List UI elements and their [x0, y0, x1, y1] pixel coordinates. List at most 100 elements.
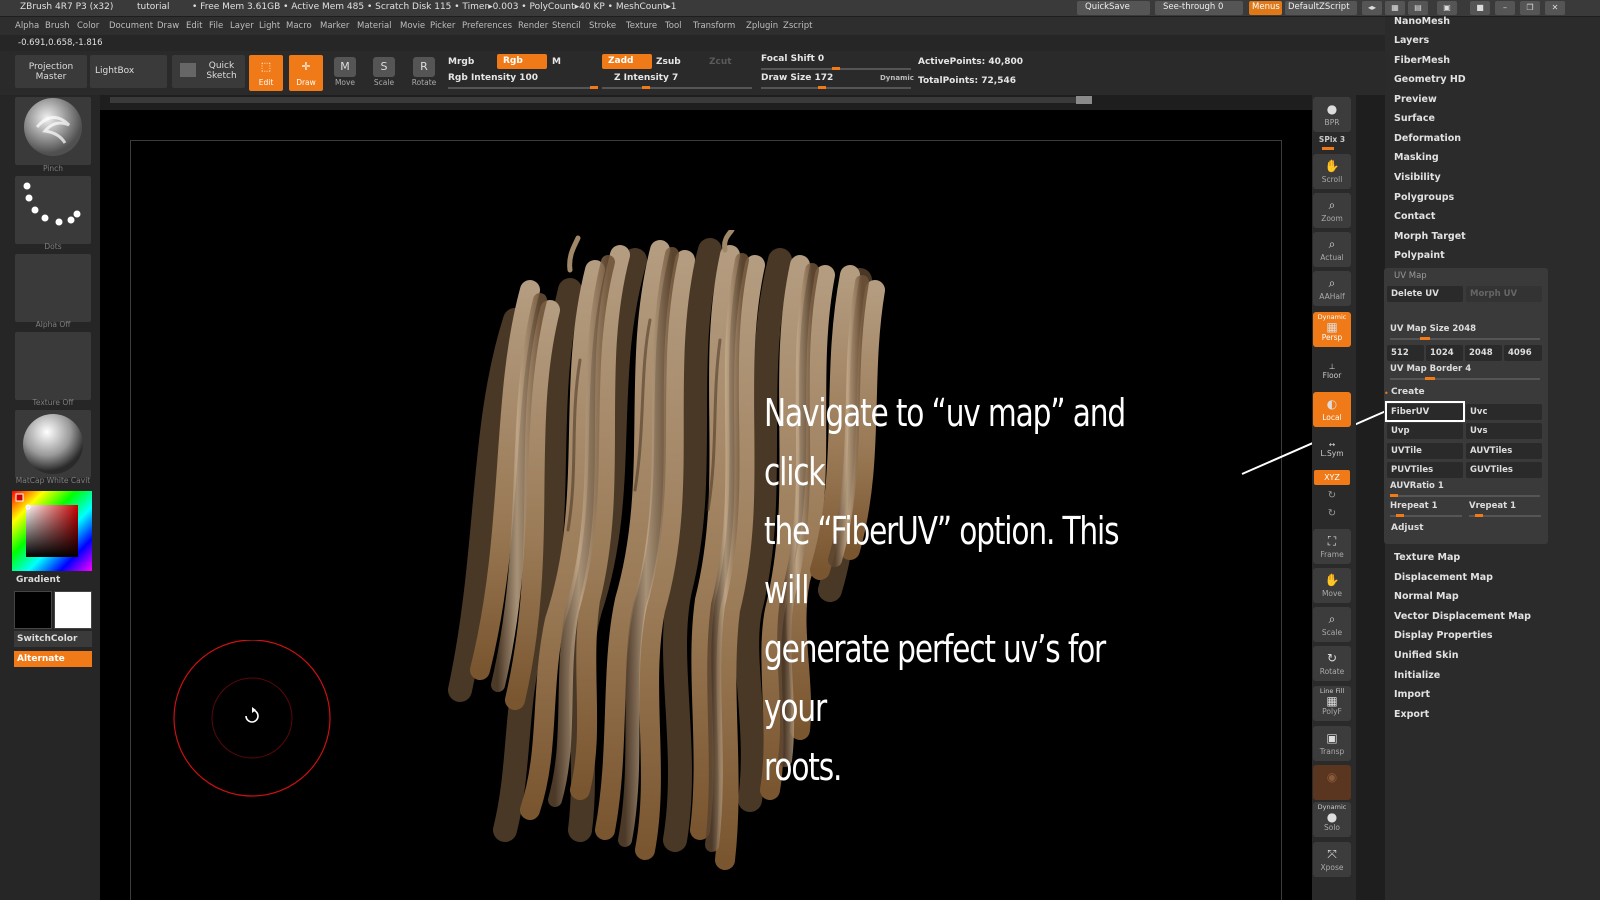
actual-button[interactable]: ⌕ Actual — [1313, 232, 1351, 267]
palette-display-properties[interactable]: Display Properties — [1394, 630, 1492, 641]
ghost-button[interactable]: ◉ — [1313, 765, 1351, 800]
local-button[interactable]: ◐ Local — [1313, 392, 1351, 427]
spix-handle[interactable] — [1322, 147, 1334, 150]
menu-file[interactable]: File — [209, 21, 223, 31]
rgb-intensity-slider[interactable]: Rgb Intensity 100 — [448, 73, 538, 83]
create-section-title[interactable]: Create — [1391, 387, 1425, 397]
palette-export[interactable]: Export — [1394, 709, 1429, 720]
uv-size-512[interactable]: 512 — [1387, 345, 1424, 361]
move-view-button[interactable]: ✋ Move — [1313, 568, 1351, 603]
palette-nanomesh[interactable]: NanoMesh — [1394, 16, 1450, 27]
mrgb-toggle[interactable]: Mrgb — [448, 57, 474, 67]
uvc-button[interactable]: Uvc — [1466, 404, 1542, 420]
vrepeat-handle[interactable] — [1475, 514, 1483, 517]
menu-transform[interactable]: Transform — [693, 21, 735, 31]
zadd-toggle[interactable]: Zadd — [602, 54, 652, 69]
uv-size-1024[interactable]: 1024 — [1426, 345, 1463, 361]
focal-shift-handle[interactable] — [832, 67, 840, 70]
palette-normal-map[interactable]: Normal Map — [1394, 591, 1459, 602]
menu-brush[interactable]: Brush — [45, 21, 70, 31]
switchcolor-button[interactable]: SwitchColor — [14, 631, 92, 647]
uv-map-size-track[interactable] — [1390, 338, 1540, 340]
menus-toggle[interactable]: Menus — [1249, 1, 1282, 15]
z-intensity-handle[interactable] — [642, 86, 650, 89]
texture-thumbnail[interactable] — [15, 332, 91, 400]
palette-preview[interactable]: Preview — [1394, 94, 1437, 105]
adjust-section[interactable]: Adjust — [1391, 523, 1424, 533]
bpr-button[interactable]: ● BPR — [1313, 97, 1351, 132]
palette-deformation[interactable]: Deformation — [1394, 133, 1461, 144]
menu-render[interactable]: Render — [518, 21, 548, 31]
gradient-label[interactable]: Gradient — [16, 575, 60, 585]
lock-icon[interactable]: ■ — [1470, 1, 1490, 15]
palette-contact[interactable]: Contact — [1394, 211, 1435, 222]
menu-movie[interactable]: Movie — [400, 21, 425, 31]
uv-map-border-handle[interactable] — [1425, 377, 1435, 380]
palette-import[interactable]: Import — [1394, 689, 1430, 700]
palette-initialize[interactable]: Initialize — [1394, 670, 1440, 681]
alpha-thumbnail[interactable] — [15, 254, 91, 322]
uv-size-4096[interactable]: 4096 — [1504, 345, 1542, 361]
default-zscript-button[interactable]: DefaultZScript — [1285, 1, 1357, 15]
minimize-icon[interactable]: – — [1495, 1, 1515, 15]
material-thumbnail[interactable] — [15, 410, 91, 478]
spix-slider[interactable]: SPix 3 — [1313, 135, 1351, 144]
menu-picker[interactable]: Picker — [430, 21, 455, 31]
z-intensity-track[interactable] — [602, 87, 752, 89]
menu-alpha[interactable]: Alpha — [15, 21, 39, 31]
zsub-toggle[interactable]: Zsub — [656, 57, 681, 67]
uv-size-2048[interactable]: 2048 — [1465, 345, 1502, 361]
scale-view-button[interactable]: ⌕ Scale — [1313, 607, 1351, 642]
auvratio-track[interactable] — [1390, 495, 1540, 497]
morph-uv-button[interactable]: Morph UV — [1466, 286, 1542, 302]
vrepeat-slider[interactable]: Vrepeat 1 — [1469, 501, 1516, 511]
menu-material[interactable]: Material — [357, 21, 392, 31]
palette-layers[interactable]: Layers — [1394, 35, 1429, 46]
palette-morph-target[interactable]: Morph Target — [1394, 231, 1466, 242]
menu-edit[interactable]: Edit — [186, 21, 202, 31]
palette-polygroups[interactable]: Polygroups — [1394, 192, 1454, 203]
rgb-intensity-track[interactable] — [448, 87, 598, 89]
menu-stroke[interactable]: Stroke — [589, 21, 616, 31]
uv-map-border-slider[interactable]: UV Map Border 4 — [1390, 364, 1471, 374]
puvtiles-button[interactable]: PUVTiles — [1387, 462, 1463, 478]
menu-color[interactable]: Color — [77, 21, 99, 31]
floor-button[interactable]: ⊥ Floor — [1313, 362, 1351, 380]
rotate-z-icon[interactable]: ↻ — [1313, 508, 1351, 519]
menu-zplugin[interactable]: Zplugin — [746, 21, 778, 31]
see-through-slider[interactable]: See-through 0 — [1155, 1, 1243, 15]
persp-button[interactable]: Dynamic ▦ Persp — [1313, 312, 1351, 347]
zcut-toggle[interactable]: Zcut — [709, 57, 732, 67]
palette-masking[interactable]: Masking — [1394, 152, 1439, 163]
edit-button[interactable]: ⬚ Edit — [249, 55, 283, 91]
zoom-button[interactable]: ⌕ Zoom — [1313, 193, 1351, 228]
draw-size-handle[interactable] — [818, 86, 826, 89]
projection-master-button[interactable]: Projection Master — [15, 55, 87, 88]
auvratio-slider[interactable]: AUVRatio 1 — [1390, 481, 1444, 491]
quick-sketch-button[interactable]: Quick Sketch — [172, 55, 245, 88]
aahalf-button[interactable]: ⌕ AAHalf — [1313, 271, 1351, 306]
restore-icon[interactable]: ❐ — [1520, 1, 1540, 15]
scroll-button[interactable]: ✋ Scroll — [1313, 154, 1351, 189]
focal-shift-slider[interactable]: Focal Shift 0 — [761, 54, 824, 64]
palette-icon[interactable]: ▦ — [1385, 1, 1405, 15]
uv-map-size-slider[interactable]: UV Map Size 2048 — [1390, 324, 1476, 334]
uv-map-size-handle[interactable] — [1420, 337, 1430, 340]
draw-button[interactable]: ✛ Draw — [289, 55, 323, 91]
xyz-toggle[interactable]: XYZ — [1314, 470, 1350, 485]
guvtiles-button[interactable]: GUVTiles — [1466, 462, 1542, 478]
layout-icon[interactable]: ◂▸ — [1362, 1, 1382, 15]
m-toggle[interactable]: M — [552, 57, 561, 67]
solo-button[interactable]: Dynamic ● Solo — [1313, 802, 1351, 837]
palette-vector-displacement-map[interactable]: Vector Displacement Map — [1394, 611, 1531, 622]
palette-polypaint[interactable]: Polypaint — [1394, 250, 1445, 261]
brush-thumbnail[interactable] — [15, 97, 91, 165]
hrepeat-slider[interactable]: Hrepeat 1 — [1390, 501, 1438, 511]
menu-preferences[interactable]: Preferences — [462, 21, 512, 31]
palette-displacement-map[interactable]: Displacement Map — [1394, 572, 1493, 583]
save-interface-icon[interactable]: ▣ — [1437, 1, 1457, 15]
scale-button[interactable]: S Scale — [367, 55, 401, 91]
uvp-button[interactable]: Uvp — [1387, 423, 1463, 439]
rotate-y-icon[interactable]: ↻ — [1313, 490, 1351, 501]
hrepeat-handle[interactable] — [1396, 514, 1404, 517]
